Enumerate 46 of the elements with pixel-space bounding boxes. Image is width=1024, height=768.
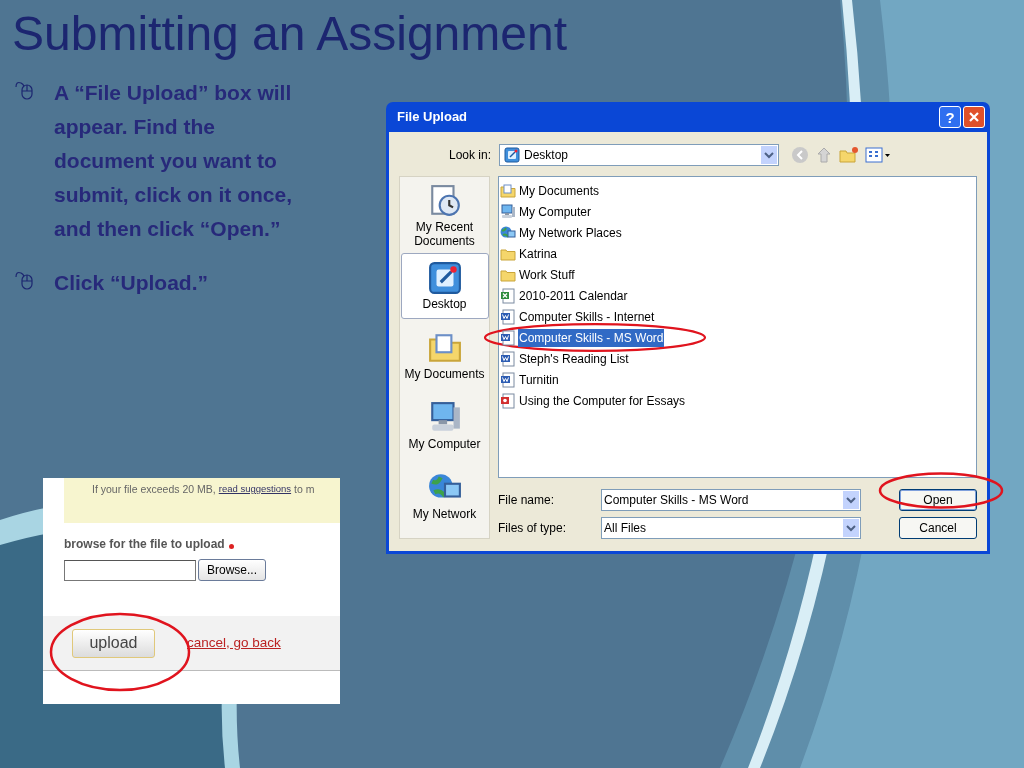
close-button[interactable] [963, 106, 985, 128]
window-title: File Upload [397, 108, 468, 127]
file-name-field[interactable]: Computer Skills - MS Word [601, 489, 861, 511]
file-item[interactable]: Computer Skills - Internet [500, 306, 656, 327]
file-item[interactable]: Katrina [500, 243, 559, 264]
bullet-text: Click “Upload.” [54, 270, 210, 296]
file-item[interactable]: Using the Computer for Essays [500, 390, 687, 411]
slide-title: Submitting an Assignment [12, 6, 568, 62]
view-menu-icon[interactable] [865, 146, 891, 164]
notice-text: If your file exceeds 20 MB, [92, 482, 216, 497]
upload-button[interactable]: upload [72, 628, 155, 658]
suggestions-link[interactable]: read suggestions [218, 482, 292, 497]
file-item[interactable]: My Documents [500, 180, 601, 201]
places-item[interactable]: My Documents [400, 323, 489, 389]
places-item[interactable]: My Computer [400, 393, 489, 459]
desktop-icon [504, 147, 520, 163]
look-in-label: Look in: [447, 147, 492, 164]
places-item[interactable]: Desktop [400, 253, 489, 319]
file-name-label: File name: [498, 492, 556, 509]
file-item[interactable]: Turnitin [500, 369, 560, 390]
file-type-label: Files of type: [498, 520, 568, 537]
file-item[interactable]: My Network Places [500, 222, 623, 243]
file-item[interactable]: My Computer [500, 201, 593, 222]
close-icon [968, 111, 980, 123]
places-item[interactable]: My Network [400, 463, 489, 529]
look-in-dropdown[interactable]: Desktop [499, 144, 779, 166]
network-icon [500, 224, 516, 241]
computer-icon [500, 203, 516, 220]
notice-text: to m [294, 482, 315, 497]
bullet-text: A “File Upload” box will appear. Find the document you want to submit, click on it once, and then click “Open.” [54, 80, 294, 242]
cancel-button[interactable]: Cancel [899, 517, 977, 539]
browse-button[interactable]: Browse... [198, 559, 266, 581]
file-item[interactable]: Steph's Reading List [500, 348, 630, 369]
field-label: browse for the file to upload [64, 536, 225, 553]
cancel-link[interactable]: cancel, go back [187, 632, 281, 654]
folder-icon [427, 331, 462, 365]
help-button[interactable]: ? [939, 106, 961, 128]
file-type-dropdown[interactable]: All Files [601, 517, 861, 539]
file-item[interactable]: Work Stuff [500, 264, 576, 285]
file-item[interactable]: 2010-2011 Calendar [500, 285, 629, 306]
places-item[interactable]: My Recent Documents [400, 183, 489, 249]
mouse-icon [14, 269, 36, 291]
mouse-icon [14, 79, 36, 101]
new-folder-icon[interactable] [839, 146, 859, 164]
file-path-field[interactable] [64, 559, 196, 581]
desktop-icon [427, 261, 462, 295]
